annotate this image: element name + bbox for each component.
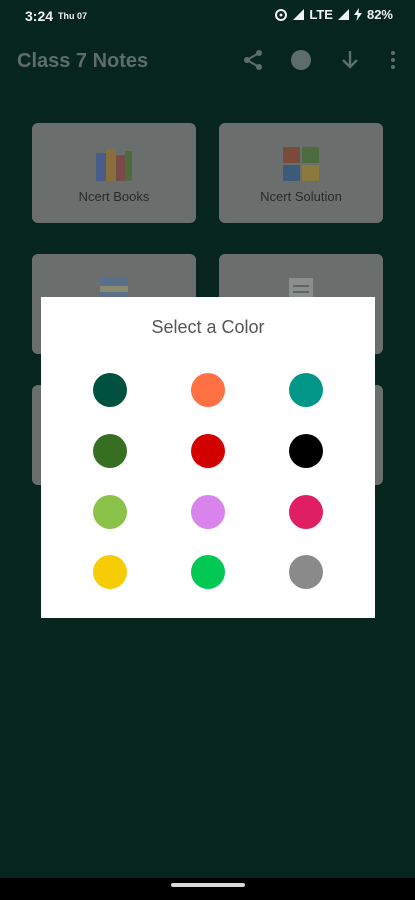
color-swatch[interactable] bbox=[289, 373, 323, 407]
color-swatch[interactable] bbox=[93, 373, 127, 407]
home-gesture-handle[interactable] bbox=[171, 883, 245, 887]
color-swatch[interactable] bbox=[93, 434, 127, 468]
navigation-bar bbox=[0, 878, 415, 900]
color-swatch[interactable] bbox=[93, 495, 127, 529]
color-picker-dialog: Select a Color bbox=[41, 297, 375, 618]
color-swatch[interactable] bbox=[289, 495, 323, 529]
color-swatch[interactable] bbox=[191, 555, 225, 589]
color-swatch[interactable] bbox=[93, 555, 127, 589]
color-swatch[interactable] bbox=[289, 434, 323, 468]
color-swatch[interactable] bbox=[289, 555, 323, 589]
color-swatch[interactable] bbox=[191, 434, 225, 468]
dialog-title: Select a Color bbox=[151, 317, 265, 337]
color-swatch[interactable] bbox=[191, 495, 225, 529]
color-swatch[interactable] bbox=[191, 373, 225, 407]
